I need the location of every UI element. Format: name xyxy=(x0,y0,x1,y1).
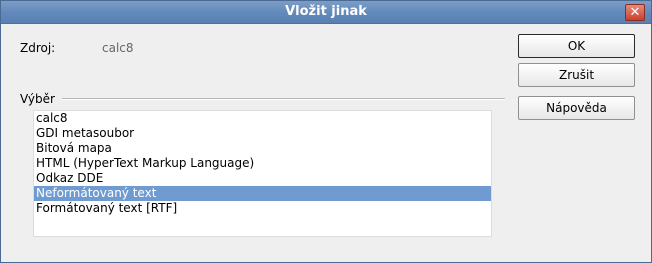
list-item-bitmap[interactable]: Bitová mapa xyxy=(34,141,491,156)
list-item-label: Odkaz DDE xyxy=(36,171,104,185)
paste-special-dialog: Vložit jinak ✕ Zdroj: calc8 Výběr calc8 … xyxy=(0,0,652,263)
list-item-label: Bitová mapa xyxy=(36,141,112,155)
dialog-content: Zdroj: calc8 Výběr calc8 GDI metasoubor … xyxy=(1,25,651,262)
list-item-calc8[interactable]: calc8 xyxy=(34,111,491,126)
close-button[interactable]: ✕ xyxy=(625,4,645,21)
list-item-unformatted-text[interactable]: Neformátovaný text xyxy=(34,186,491,201)
list-item-label: GDI metasoubor xyxy=(36,126,135,140)
list-item-dde-link[interactable]: Odkaz DDE xyxy=(34,171,491,186)
selection-separator xyxy=(62,98,505,100)
help-button[interactable]: Nápověda xyxy=(518,96,635,120)
selection-label: Výběr xyxy=(20,92,55,106)
title-bar[interactable]: Vložit jinak ✕ xyxy=(1,1,651,24)
list-item-formatted-text-rtf[interactable]: Formátovaný text [RTF] xyxy=(34,201,491,216)
source-value: calc8 xyxy=(102,41,134,55)
list-item-label: Neformátovaný text xyxy=(36,186,157,200)
list-item-html[interactable]: HTML (HyperText Markup Language) xyxy=(34,156,491,171)
source-label: Zdroj: xyxy=(20,41,56,55)
window-title: Vložit jinak xyxy=(285,4,367,19)
list-item-label: HTML (HyperText Markup Language) xyxy=(36,156,255,170)
cancel-button[interactable]: Zrušit xyxy=(518,63,635,87)
ok-button[interactable]: OK xyxy=(518,34,635,58)
close-icon: ✕ xyxy=(629,5,641,20)
list-item-label: Formátovaný text [RTF] xyxy=(36,201,178,215)
format-listbox[interactable]: calc8 GDI metasoubor Bitová mapa HTML (H… xyxy=(33,110,492,237)
list-item-label: calc8 xyxy=(36,111,68,125)
list-item-gdi-metafile[interactable]: GDI metasoubor xyxy=(34,126,491,141)
